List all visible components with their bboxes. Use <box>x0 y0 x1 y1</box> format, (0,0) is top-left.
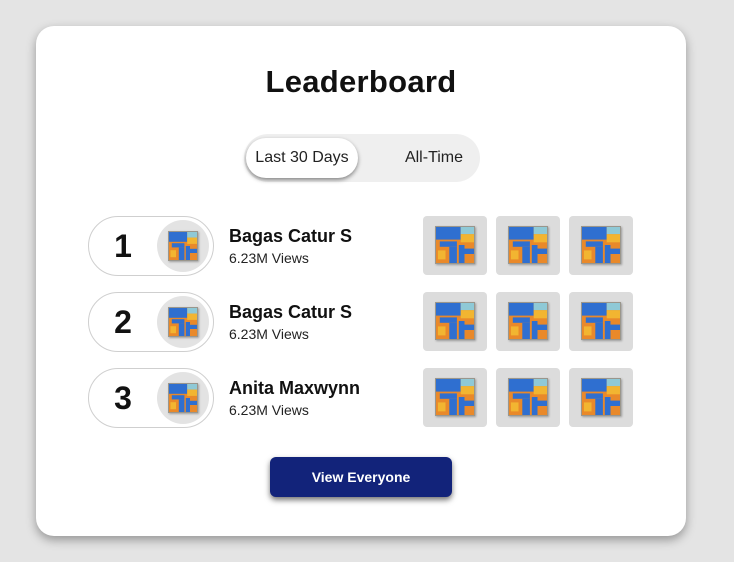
user-name[interactable]: Bagas Catur S <box>229 302 352 323</box>
artwork-icon <box>581 302 621 340</box>
artwork-thumbnail[interactable] <box>496 216 560 275</box>
leaderboard-row: 2 Bagas Catur S 6.23M Views <box>88 292 638 352</box>
artwork-thumbnail[interactable] <box>569 292 633 351</box>
artwork-icon <box>508 302 548 340</box>
avatar[interactable] <box>157 296 209 348</box>
view-count: 6.23M Views <box>229 250 309 266</box>
artwork-thumbnail[interactable] <box>569 216 633 275</box>
leaderboard-card: Leaderboard Last 30 Days All-Time 1 Baga… <box>36 26 686 536</box>
view-count: 6.23M Views <box>229 402 309 418</box>
artwork-icon <box>508 378 548 416</box>
artwork-icon <box>508 226 548 264</box>
artwork-icon <box>168 307 198 337</box>
leaderboard-row: 3 Anita Maxwynn 6.23M Views <box>88 368 638 428</box>
artwork-thumbnail[interactable] <box>423 216 487 275</box>
rank-pill: 1 <box>88 216 214 276</box>
artwork-thumbnail[interactable] <box>496 292 560 351</box>
rank-pill: 2 <box>88 292 214 352</box>
artwork-icon <box>435 378 475 416</box>
artwork-icon <box>435 302 475 340</box>
page-title: Leaderboard <box>265 64 457 99</box>
artwork-icon <box>168 383 198 413</box>
tab-all-time[interactable]: All-Time <box>394 134 474 182</box>
artwork-thumbnail[interactable] <box>569 368 633 427</box>
user-name[interactable]: Bagas Catur S <box>229 226 352 247</box>
artwork-thumbnail[interactable] <box>423 292 487 351</box>
view-everyone-button[interactable]: View Everyone <box>270 457 452 497</box>
artwork-thumbnail[interactable] <box>496 368 560 427</box>
rank-pill: 3 <box>88 368 214 428</box>
artwork-thumbnail[interactable] <box>423 368 487 427</box>
artwork-icon <box>168 231 198 261</box>
artwork-icon <box>581 378 621 416</box>
tab-last-30-days[interactable]: Last 30 Days <box>246 138 358 178</box>
user-name[interactable]: Anita Maxwynn <box>229 378 360 399</box>
artwork-icon <box>435 226 475 264</box>
avatar[interactable] <box>157 220 209 272</box>
period-toggle[interactable]: Last 30 Days All-Time <box>244 134 480 182</box>
rank-number: 1 <box>114 228 132 264</box>
view-count: 6.23M Views <box>229 326 309 342</box>
rank-number: 3 <box>114 380 132 416</box>
rank-number: 2 <box>114 304 132 340</box>
leaderboard-row: 1 Bagas Catur S 6.23M Views <box>88 216 638 276</box>
avatar[interactable] <box>157 372 209 424</box>
artwork-icon <box>581 226 621 264</box>
